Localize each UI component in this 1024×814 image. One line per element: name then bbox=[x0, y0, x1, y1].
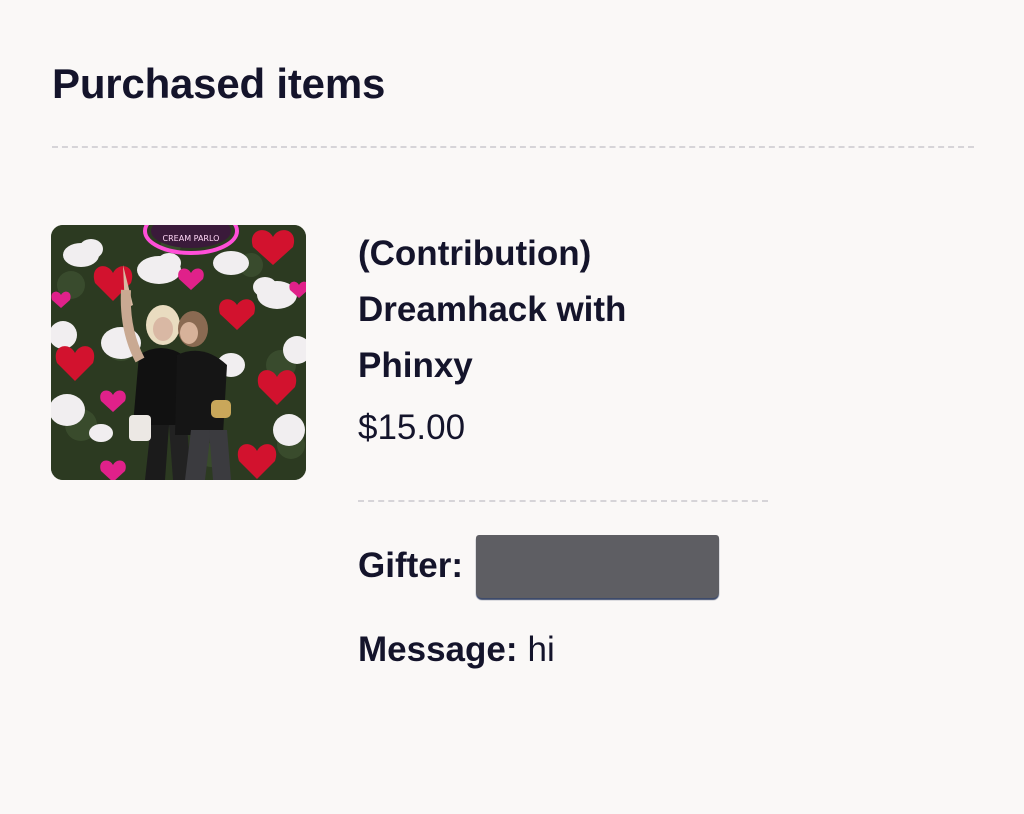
section-divider bbox=[52, 146, 974, 148]
gifter-label: Gifter: bbox=[358, 546, 463, 585]
item-thumbnail[interactable]: CREAM PARLO bbox=[51, 225, 306, 480]
neon-sign-text: CREAM PARLO bbox=[163, 234, 220, 243]
item-divider bbox=[358, 500, 768, 502]
page-title: Purchased items bbox=[52, 60, 386, 107]
item-name[interactable]: (Contribution) Dreamhack with Phinxy bbox=[358, 226, 678, 394]
message-label: Message: bbox=[358, 630, 518, 669]
gifter-name-redacted bbox=[476, 534, 719, 598]
message-value: hi bbox=[527, 630, 555, 669]
gifter-row: Gifter: bbox=[358, 533, 719, 599]
item-price: $15.00 bbox=[358, 408, 466, 447]
item-details: (Contribution) Dreamhack with Phinxy $15… bbox=[358, 226, 778, 450]
message-row: Message: hi bbox=[358, 628, 555, 672]
